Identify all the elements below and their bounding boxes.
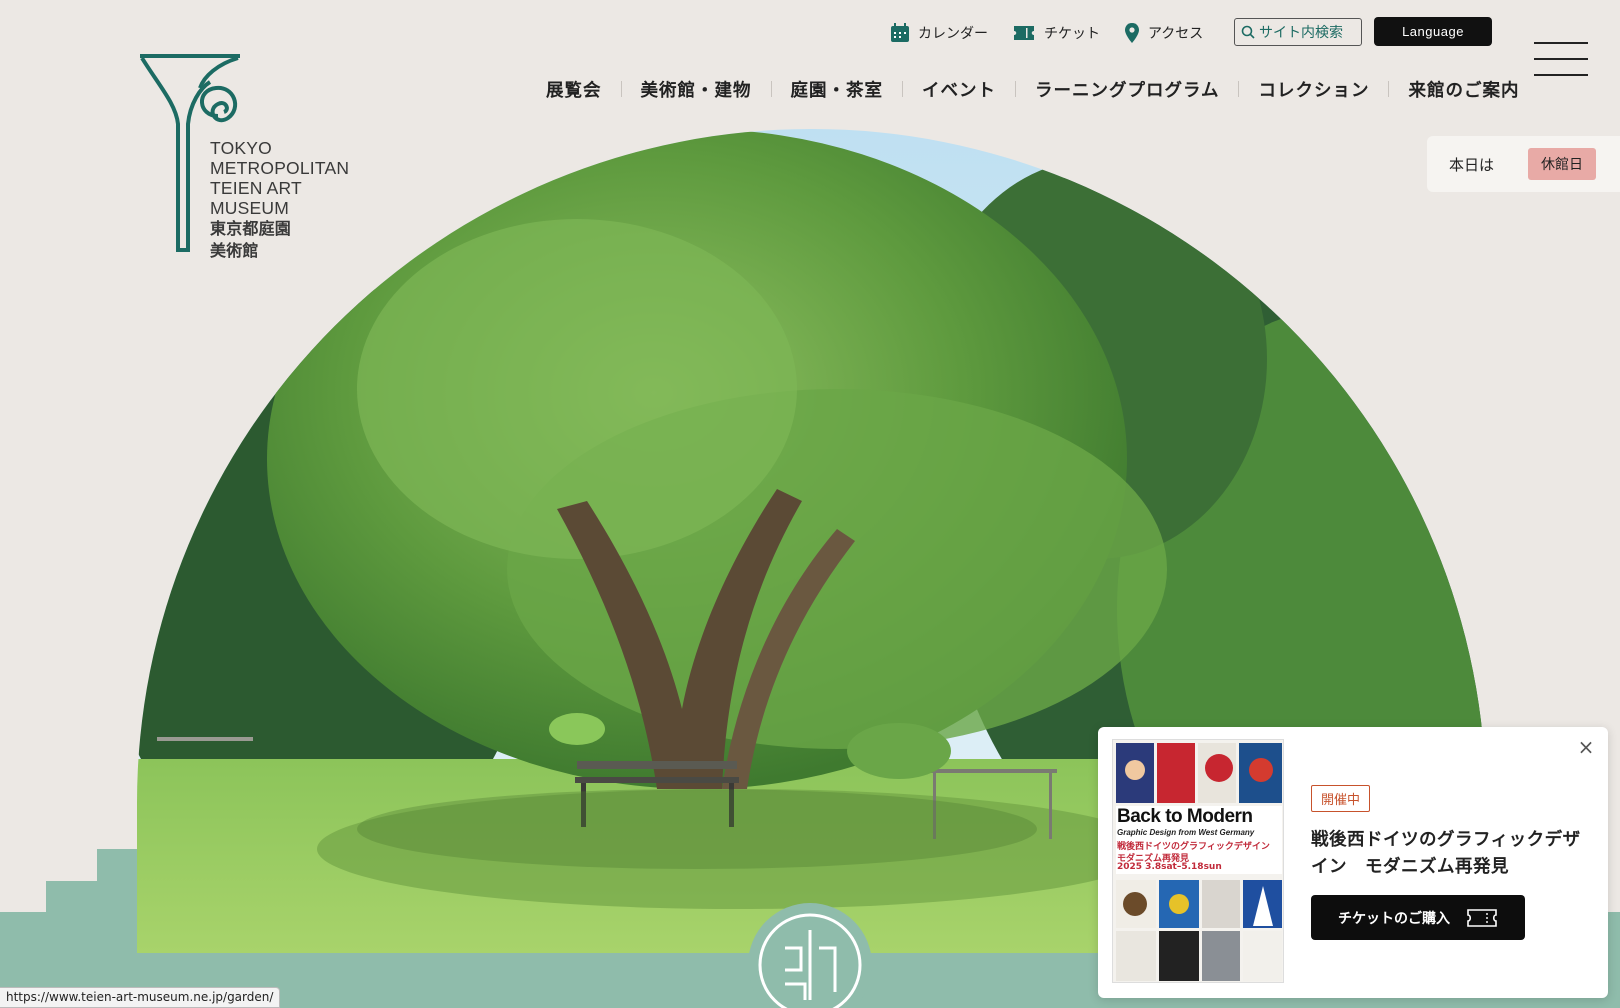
closed-badge: 休館日 [1528, 148, 1597, 180]
calendar-icon [891, 23, 909, 42]
logo-en-line: MUSEUM [210, 198, 289, 218]
close-icon[interactable]: × [1576, 737, 1596, 757]
utility-calendar-link[interactable]: カレンダー [890, 18, 988, 48]
today-label: 本日は [1449, 155, 1495, 174]
menu-hamburger-icon[interactable] [1534, 42, 1588, 78]
search-placeholder: サイト内検索 [1259, 25, 1343, 41]
ticket-icon [1014, 26, 1034, 40]
nav-item-museum-building[interactable]: 美術館・建物 [622, 77, 771, 102]
utility-ticket-link[interactable]: チケット [1012, 18, 1100, 48]
step-decoration [0, 849, 140, 919]
nav-item-garden-teahouse[interactable]: 庭園・茶室 [772, 77, 903, 102]
exhibition-popup: × Back to Modern Graphic Design from Wes… [1098, 727, 1608, 998]
buy-ticket-button[interactable]: チケットのご購入 [1311, 895, 1525, 940]
poster-subtitle: Graphic Design from West Germany [1117, 828, 1255, 837]
main-navigation: 展覧会 美術館・建物 庭園・茶室 イベント ラーニングプログラム コレクション … [527, 74, 1538, 104]
calendar-link-label: カレンダー [918, 26, 988, 42]
logo-wordmark: TOKYO METROPOLITAN TEIEN ART MUSEUM 東京都庭… [210, 138, 349, 262]
logo-en-line: TOKYO [210, 138, 272, 158]
exhibition-poster-image[interactable]: Back to Modern Graphic Design from West … [1112, 739, 1284, 983]
exhibition-status-badge: 開催中 [1311, 785, 1371, 812]
buy-ticket-label: チケットのご購入 [1338, 910, 1450, 927]
museum-logo[interactable]: TOKYO METROPOLITAN TEIEN ART MUSEUM 東京都庭… [138, 54, 368, 264]
logo-ja-line: 東京都庭園 [210, 219, 292, 238]
map-pin-icon [1125, 23, 1139, 43]
emblem-icon [745, 900, 875, 1008]
status-url-tooltip: https://www.teien-art-museum.ne.jp/garde… [0, 987, 281, 1008]
poster-headline: Back to Modern [1117, 806, 1253, 827]
nav-item-events[interactable]: イベント [903, 77, 1015, 102]
ticket-link-label: チケット [1044, 26, 1100, 42]
nav-item-collection[interactable]: コレクション [1239, 77, 1388, 102]
nav-item-visit-info[interactable]: 来館のご案内 [1389, 77, 1538, 102]
logo-en-line: METROPOLITAN [210, 158, 350, 178]
search-icon [1241, 25, 1255, 39]
exhibition-title[interactable]: 戦後西ドイツのグラフィックデザイン モダニズム再発見 [1311, 827, 1581, 881]
ticket-icon [1467, 908, 1497, 927]
logo-ja-line: 美術館 [210, 241, 259, 260]
nav-item-learning[interactable]: ラーニングプログラム [1016, 77, 1238, 102]
site-search-input[interactable]: サイト内検索 [1234, 18, 1362, 46]
today-status-widget: 本日は 休館日 [1427, 136, 1620, 192]
language-button[interactable]: Language [1374, 17, 1492, 46]
nav-item-exhibitions[interactable]: 展覧会 [527, 77, 621, 102]
logo-en-line: TEIEN ART [210, 178, 302, 198]
poster-dates: 2025 3.8sat–5.18sun [1117, 862, 1222, 872]
utility-access-link[interactable]: アクセス [1124, 18, 1203, 48]
access-link-label: アクセス [1148, 26, 1204, 42]
